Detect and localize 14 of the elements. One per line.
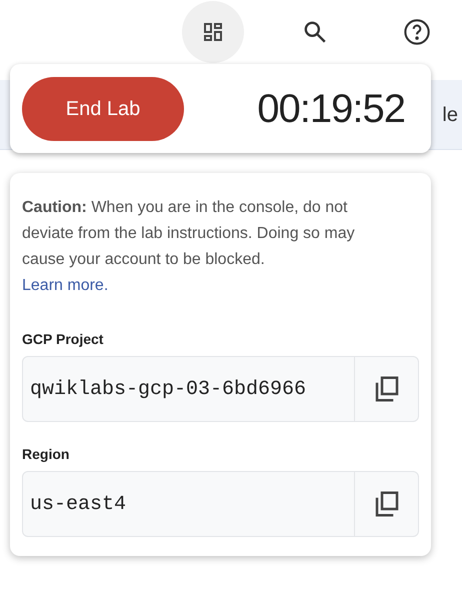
learn-more-link[interactable]: Learn more. (22, 273, 419, 299)
value-field[interactable]: us-east4 (22, 471, 355, 537)
end-lab-button[interactable]: End Lab (22, 76, 184, 140)
field-label: GCP Project (22, 330, 104, 349)
search-icon (302, 19, 328, 45)
background-text: le (442, 102, 458, 128)
help-icon (403, 18, 431, 46)
copy-button[interactable] (355, 356, 419, 422)
field-label: Region (22, 445, 70, 464)
copy-button[interactable] (355, 471, 419, 537)
value-field[interactable]: qwiklabs-gcp-03-6bd6966 (22, 356, 355, 422)
dashboard-icon (201, 20, 225, 44)
caution-text: Caution: When you are in the console, do not deviate from the lab instructions. Doing so may cause your account to be blocked. (22, 198, 356, 270)
timer: 00:19:52 (257, 86, 405, 132)
